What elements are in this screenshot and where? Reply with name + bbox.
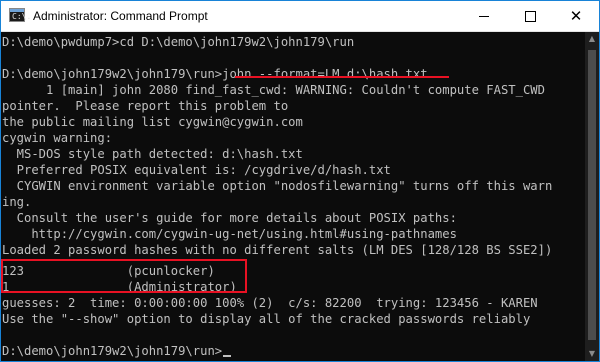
console-line: 1 [main] john 2080 find_fast_cwd: WARNIN… (2, 83, 545, 97)
console-line: http://cygwin.com/cygwin-ug-net/using.ht… (2, 227, 457, 241)
close-icon: ✕ (569, 6, 583, 25)
vertical-scrollbar[interactable]: ▲ ▼ (585, 32, 599, 361)
command-prompt-window: C:\. Administrator: Command Prompt ✕ D:\… (0, 0, 600, 362)
minimize-button[interactable] (461, 1, 507, 31)
text-cursor (223, 355, 232, 357)
scroll-down-arrow-icon[interactable]: ▼ (585, 347, 599, 361)
window-title: Administrator: Command Prompt (33, 9, 208, 23)
maximize-icon (524, 10, 536, 22)
console-output[interactable]: D:\demo\pwdump7>cd D:\demo\john179w2\joh… (1, 32, 584, 361)
console-line: Preferred POSIX equivalent is: /cygdrive… (2, 163, 391, 177)
close-button[interactable]: ✕ (553, 1, 599, 31)
console-line: ing. (2, 195, 32, 209)
prompt-text: D:\demo\john179w2\john179\run> (2, 344, 223, 358)
maximize-button[interactable] (507, 1, 553, 31)
console-line: Loaded 2 password hashes with no differe… (2, 243, 553, 257)
cracked-passwords-highlight-box (1, 259, 247, 293)
minimize-icon (479, 15, 489, 17)
console-line: the public mailing list cygwin@cygwin.co… (2, 115, 303, 129)
console-line: pointer. Please report this problem to (2, 99, 289, 113)
console-line: CYGWIN environment variable option "nodo… (2, 179, 553, 193)
title-bar[interactable]: C:\. Administrator: Command Prompt ✕ (1, 1, 599, 32)
icon-label: C:\. (12, 12, 32, 21)
console-line: guesses: 2 time: 0:00:00:00 100% (2) c/s… (2, 296, 538, 310)
command-prompt-icon[interactable]: C:\. (9, 8, 31, 22)
scroll-up-arrow-icon[interactable]: ▲ (585, 32, 599, 46)
command-highlight-underline (235, 76, 449, 78)
console-line: Use the "--show" option to display all o… (2, 312, 531, 326)
console-line: MS-DOS style path detected: d:\hash.txt (2, 147, 303, 161)
scroll-thumb[interactable] (588, 50, 596, 340)
console-line: cygwin warning: (2, 131, 113, 145)
prompt-line[interactable]: D:\demo\john179w2\john179\run> (2, 343, 232, 359)
console-line: D:\demo\pwdump7>cd D:\demo\john179w2\joh… (2, 35, 355, 49)
console-line: Consult the user's guide for more detail… (2, 211, 457, 225)
console-line: D:\demo\john179w2\john179\run>john --for… (2, 67, 428, 81)
